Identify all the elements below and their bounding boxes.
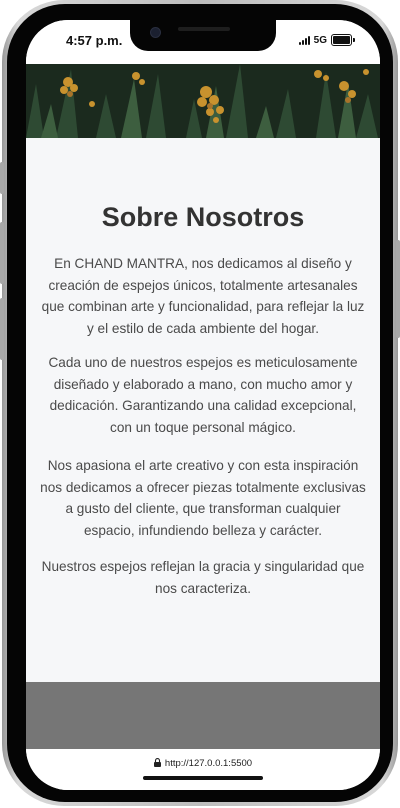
signal-icon <box>298 35 310 45</box>
about-paragraph-1: En CHAND MANTRA, nos dedicamos al diseño… <box>41 256 365 336</box>
volume-down-button <box>0 298 4 360</box>
home-indicator[interactable] <box>143 776 263 780</box>
battery-icon <box>331 34 355 46</box>
status-time: 4:57 p.m. <box>66 33 123 48</box>
url-text: http://127.0.0.1:5500 <box>164 758 253 769</box>
hero-image <box>26 64 380 138</box>
about-paragraph-2: Cada uno de nuestros espejos es meticulo… <box>48 355 358 435</box>
status-indicators: 5G <box>298 34 355 46</box>
network-label: 5G <box>313 34 327 46</box>
status-bar: 4:57 p.m. 5G <box>26 20 380 64</box>
power-button <box>396 240 400 338</box>
footer <box>26 682 380 749</box>
about-section: Sobre Nosotros En CHAND MANTRA, nos dedi… <box>26 138 380 682</box>
flowers-illustration <box>26 64 380 138</box>
about-paragraph-4: Nuestros espejos reflejan la gracia y si… <box>41 559 365 596</box>
phone-screen: 4:57 p.m. 5G Sobre Nosotros En CHAND MAN… <box>26 20 380 790</box>
front-camera <box>150 27 161 38</box>
url-display[interactable]: http://127.0.0.1:5500 <box>26 758 380 769</box>
volume-up-button <box>0 222 4 284</box>
phone-frame: 4:57 p.m. 5G Sobre Nosotros En CHAND MAN… <box>0 0 400 806</box>
page-title: Sobre Nosotros <box>101 202 305 232</box>
browser-url-bar[interactable]: http://127.0.0.1:5500 <box>26 749 380 790</box>
lock-icon <box>153 758 161 767</box>
about-paragraph-3: Nos apasiona el arte creativo y con esta… <box>40 458 366 538</box>
silent-switch <box>0 162 4 194</box>
earpiece-speaker <box>178 27 230 31</box>
notch <box>130 20 276 51</box>
